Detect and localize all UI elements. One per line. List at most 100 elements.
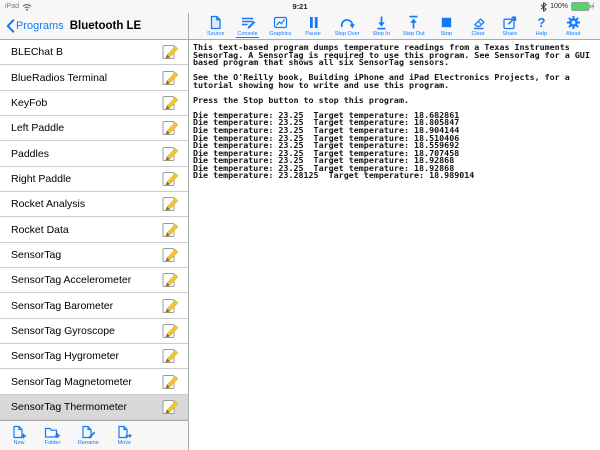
- program-list-item[interactable]: BlueRadios Terminal: [0, 65, 188, 91]
- program-list-item[interactable]: Rocket Analysis: [0, 192, 188, 218]
- step-in-button[interactable]: Step In: [370, 14, 392, 37]
- program-list-item[interactable]: SensorTag Hygrometer: [0, 344, 188, 370]
- program-list-item[interactable]: SensorTag Gyroscope: [0, 318, 188, 345]
- bluetooth-icon: [540, 1, 547, 12]
- run-toolbar-label: Step Out: [402, 31, 425, 37]
- run-toolbar-label: Help: [535, 31, 548, 37]
- edit-program-icon[interactable]: [161, 171, 180, 187]
- program-name: SensorTag: [11, 248, 62, 261]
- sidebar-panel: Programs Bluetooth LE BLEChat B BlueRadi…: [0, 13, 189, 450]
- edit-program-icon[interactable]: [161, 95, 180, 111]
- program-name: SensorTag Accelerometer: [11, 274, 132, 287]
- pause-icon: [307, 14, 320, 30]
- program-list-item[interactable]: SensorTag Accelerometer: [0, 268, 188, 294]
- nav-bar: Programs Bluetooth LE: [0, 13, 188, 40]
- run-toolbar-label: Step In: [372, 31, 390, 37]
- wifi-icon: [22, 3, 32, 11]
- step-in-icon: [374, 14, 389, 30]
- step-over-button[interactable]: Step Over: [334, 14, 361, 37]
- edit-program-icon[interactable]: [161, 70, 180, 86]
- clear-icon: [471, 14, 486, 30]
- clear-button[interactable]: Clear: [467, 14, 489, 37]
- rename-button[interactable]: Rename: [78, 425, 99, 446]
- about-button[interactable]: About: [562, 14, 584, 37]
- program-list-item[interactable]: Paddles: [0, 141, 188, 167]
- program-name: SensorTag Thermometer: [11, 400, 127, 413]
- program-name: Paddles: [11, 147, 49, 160]
- edit-program-icon[interactable]: [161, 399, 180, 415]
- step-out-icon: [406, 14, 421, 30]
- program-list-item[interactable]: Right Paddle: [0, 166, 188, 193]
- program-name: SensorTag Gyroscope: [11, 324, 115, 337]
- program-name: SensorTag Hygrometer: [11, 350, 119, 363]
- new-folder-icon: [44, 425, 61, 441]
- edit-program-icon[interactable]: [161, 272, 180, 288]
- run-toolbar-label: Clear: [471, 31, 485, 37]
- status-bar: iPad 9:21 100%: [0, 0, 600, 13]
- program-list[interactable]: BLEChat B BlueRadios Terminal KeyFob Lef…: [0, 40, 188, 420]
- program-list-item[interactable]: Left Paddle: [0, 116, 188, 142]
- program-list-item[interactable]: SensorTag Magnetometer: [0, 369, 188, 395]
- stop-button[interactable]: Stop: [435, 14, 457, 37]
- program-list-item[interactable]: SensorTag Thermometer: [0, 394, 188, 420]
- battery-icon: [571, 2, 595, 11]
- edit-program-icon[interactable]: [161, 348, 180, 364]
- run-toolbar-label: Step Over: [334, 31, 360, 37]
- graphics-button[interactable]: Graphics: [268, 14, 292, 37]
- move-button[interactable]: Move: [116, 425, 133, 446]
- new-program-icon: [11, 425, 27, 441]
- file-toolbar-label: New: [13, 440, 25, 446]
- console-icon: [240, 14, 256, 30]
- status-left: iPad: [5, 3, 540, 11]
- graphics-icon: [273, 14, 288, 30]
- new-program-button[interactable]: New: [11, 425, 27, 446]
- program-list-item[interactable]: SensorTag Barometer: [0, 293, 188, 319]
- file-toolbar-label: Rename: [78, 440, 99, 446]
- status-right: 100%: [540, 1, 595, 12]
- stop-icon: [439, 14, 454, 30]
- program-name: Rocket Analysis: [11, 198, 86, 211]
- run-toolbar: Source Console Graphics Pause Step Over …: [189, 13, 600, 40]
- program-list-item[interactable]: Rocket Data: [0, 217, 188, 243]
- run-toolbar-label: Stop: [440, 31, 452, 37]
- source-button[interactable]: Source: [205, 14, 227, 37]
- edit-program-icon[interactable]: [161, 44, 180, 60]
- edit-program-icon[interactable]: [161, 196, 180, 212]
- new-folder-button[interactable]: Folder: [44, 425, 61, 446]
- about-gear-icon: [566, 14, 581, 30]
- run-toolbar-label: Source: [206, 31, 225, 37]
- rename-icon: [80, 425, 96, 441]
- file-toolbar-label: Move: [117, 440, 132, 446]
- program-list-item[interactable]: KeyFob: [0, 90, 188, 117]
- program-name: BlueRadios Terminal: [11, 71, 108, 84]
- share-button[interactable]: Share: [499, 14, 521, 37]
- back-button[interactable]: Programs: [6, 19, 64, 33]
- app-screen: iPad 9:21 100% Programs Bluetooth LE BLE…: [0, 0, 600, 450]
- program-list-item[interactable]: SensorTag: [0, 242, 188, 269]
- back-label: Programs: [16, 20, 64, 32]
- program-name: Rocket Data: [11, 223, 69, 236]
- program-name: BLEChat B: [11, 46, 63, 59]
- share-icon: [502, 14, 517, 30]
- edit-program-icon[interactable]: [161, 247, 180, 263]
- pause-button[interactable]: Pause: [302, 14, 324, 37]
- edit-program-icon[interactable]: [161, 374, 180, 390]
- back-chevron-icon: [6, 19, 15, 33]
- console-pane[interactable]: This text-based program dumps temperatur…: [189, 40, 600, 450]
- edit-program-icon[interactable]: [161, 298, 180, 314]
- run-toolbar-label: Share: [502, 31, 518, 37]
- program-name: Left Paddle: [11, 122, 65, 135]
- edit-program-icon[interactable]: [161, 222, 180, 238]
- battery-percent: 100%: [550, 3, 568, 10]
- file-toolbar: New Folder Rename Move: [0, 420, 188, 450]
- console-button[interactable]: Console: [236, 14, 259, 38]
- step-over-icon: [339, 14, 356, 30]
- edit-program-icon[interactable]: [161, 120, 180, 136]
- device-label: iPad: [5, 3, 20, 10]
- program-list-item[interactable]: BLEChat B: [0, 40, 188, 66]
- step-out-button[interactable]: Step Out: [402, 14, 426, 37]
- program-name: KeyFob: [11, 96, 48, 109]
- help-button[interactable]: ? Help: [530, 14, 552, 37]
- edit-program-icon[interactable]: [161, 323, 180, 339]
- edit-program-icon[interactable]: [161, 146, 180, 162]
